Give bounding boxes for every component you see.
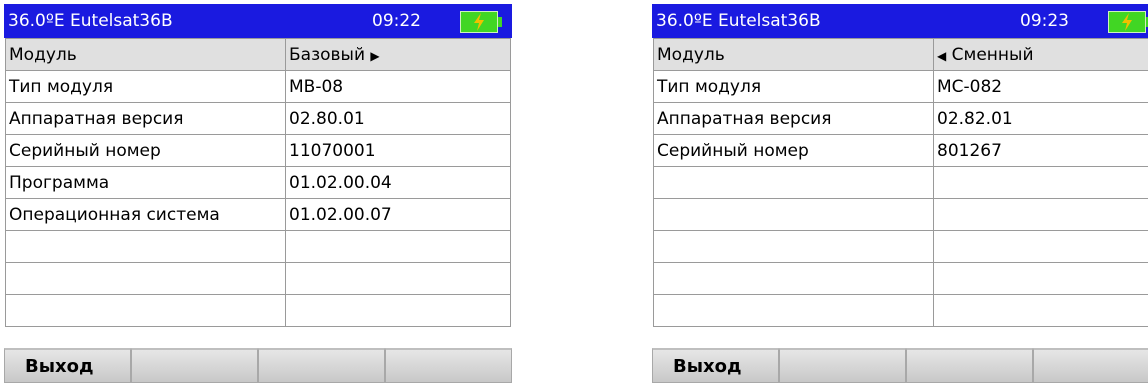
row-label: Программа	[5, 166, 286, 199]
table-row	[5, 230, 511, 263]
softkey-4[interactable]	[1033, 348, 1148, 383]
row-value	[933, 198, 1148, 231]
table-row: Аппаратная версия 02.82.01	[653, 102, 1148, 135]
table-row: Операционная система 01.02.00.07	[5, 198, 511, 231]
module-info-table: Модуль Базовый ▶ Тип модуля MB-08 Аппарат…	[5, 38, 511, 327]
table-row: Серийный номер 801267	[653, 134, 1148, 167]
row-value: MC-082	[933, 70, 1148, 103]
module-label: Модуль	[653, 38, 934, 71]
device-screen-basic-module: 36.0ºE Eutelsat36B 09:22 Модуль Базовый …	[4, 4, 512, 383]
table-row: Тип модуля MC-082	[653, 70, 1148, 103]
satellite-name: 36.0ºE Eutelsat36B	[8, 11, 173, 31]
status-bar: 36.0ºE Eutelsat36B 09:23	[652, 4, 1148, 38]
row-value	[933, 262, 1148, 295]
table-row	[653, 230, 1148, 263]
table-row: Аппаратная версия 02.80.01	[5, 102, 511, 135]
table-row	[5, 262, 511, 295]
module-value: Базовый	[289, 44, 366, 65]
row-label	[653, 166, 934, 199]
table-row	[653, 166, 1148, 199]
softkey-3[interactable]	[906, 348, 1033, 383]
module-selector[interactable]: Базовый ▶	[285, 38, 511, 71]
module-selector-row[interactable]: Модуль Базовый ▶	[5, 38, 511, 71]
softkey-2[interactable]	[779, 348, 906, 383]
softkey-4[interactable]	[385, 348, 512, 383]
row-value: 02.80.01	[285, 102, 511, 135]
softkey-2[interactable]	[131, 348, 258, 383]
device-screen-replaceable-module: 36.0ºE Eutelsat36B 09:23 Модуль ◀ Сменны…	[652, 4, 1148, 383]
row-value: 01.02.00.04	[285, 166, 511, 199]
row-value	[933, 230, 1148, 263]
clock: 09:23	[1020, 11, 1069, 31]
battery-charging-icon	[1108, 11, 1148, 33]
row-label	[5, 230, 286, 263]
softkey-3[interactable]	[258, 348, 385, 383]
table-row	[653, 294, 1148, 327]
row-label	[5, 262, 286, 295]
row-label	[653, 230, 934, 263]
softkey-bar: Выход	[4, 348, 512, 383]
table-row: Серийный номер 11070001	[5, 134, 511, 167]
row-label	[5, 294, 286, 327]
table-row	[653, 198, 1148, 231]
module-selector-row[interactable]: Модуль ◀ Сменный	[653, 38, 1148, 71]
exit-button[interactable]: Выход	[652, 348, 779, 383]
row-label: Тип модуля	[653, 70, 934, 103]
status-bar: 36.0ºE Eutelsat36B 09:22	[4, 4, 512, 38]
module-info-table: Модуль ◀ Сменный Тип модуля MC-082 Аппара…	[653, 38, 1148, 327]
row-label	[653, 294, 934, 327]
arrow-left-icon[interactable]: ◀	[937, 49, 946, 63]
arrow-right-icon[interactable]: ▶	[370, 49, 379, 63]
row-label: Серийный номер	[653, 134, 934, 167]
clock: 09:22	[372, 11, 421, 31]
table-row	[5, 294, 511, 327]
row-value	[285, 230, 511, 263]
table-row: Тип модуля MB-08	[5, 70, 511, 103]
row-label: Операционная система	[5, 198, 286, 231]
row-value: 02.82.01	[933, 102, 1148, 135]
softkey-bar: Выход	[652, 348, 1148, 383]
module-value: Сменный	[951, 44, 1034, 65]
satellite-name: 36.0ºE Eutelsat36B	[656, 11, 821, 31]
row-label: Аппаратная версия	[653, 102, 934, 135]
table-row	[653, 262, 1148, 295]
row-value	[933, 294, 1148, 327]
exit-button[interactable]: Выход	[4, 348, 131, 383]
row-label: Тип модуля	[5, 70, 286, 103]
row-value: 01.02.00.07	[285, 198, 511, 231]
row-label: Аппаратная версия	[5, 102, 286, 135]
row-value: MB-08	[285, 70, 511, 103]
row-value: 11070001	[285, 134, 511, 167]
module-selector[interactable]: ◀ Сменный	[933, 38, 1148, 71]
row-value	[933, 166, 1148, 199]
row-value	[285, 262, 511, 295]
row-label	[653, 198, 934, 231]
row-value	[285, 294, 511, 327]
battery-charging-icon	[460, 11, 502, 33]
row-label	[653, 262, 934, 295]
module-label: Модуль	[5, 38, 286, 71]
table-row: Программа 01.02.00.04	[5, 166, 511, 199]
row-value: 801267	[933, 134, 1148, 167]
row-label: Серийный номер	[5, 134, 286, 167]
